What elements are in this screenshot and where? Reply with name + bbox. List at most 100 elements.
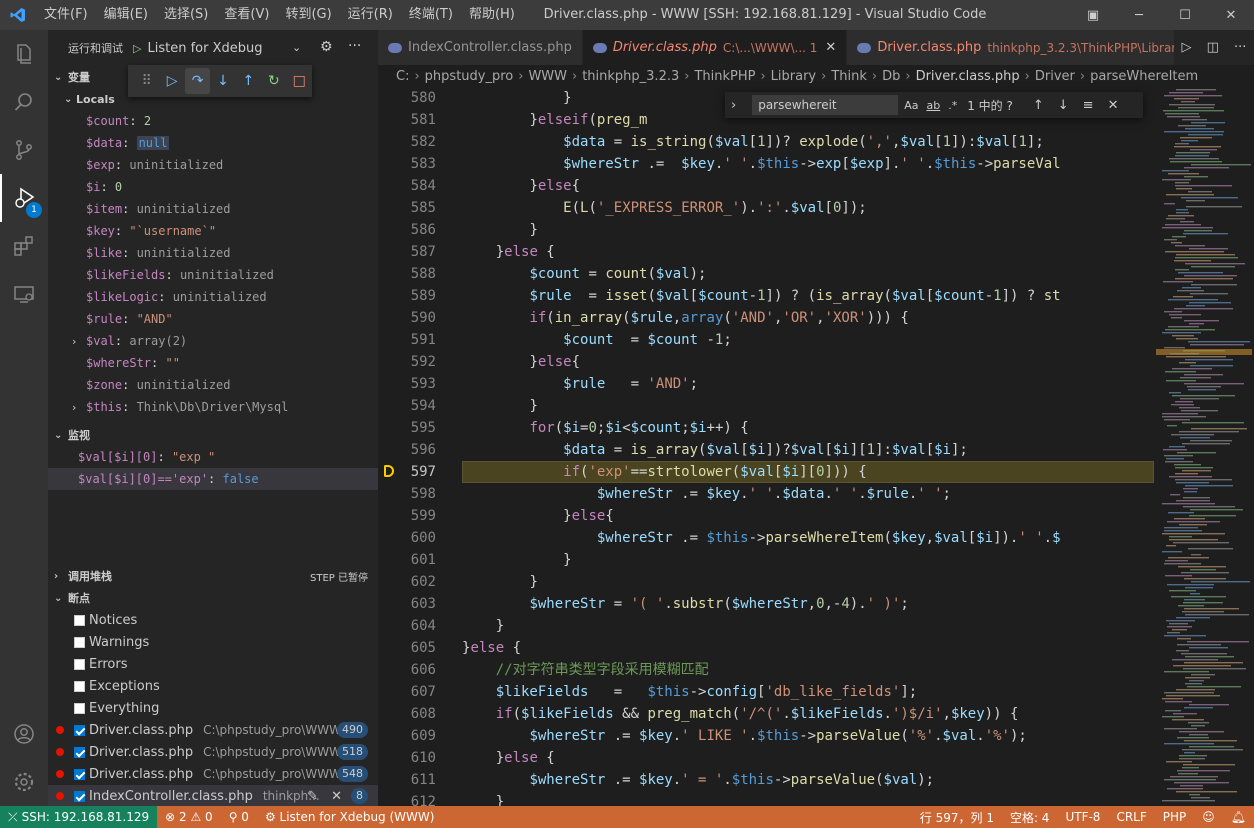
exception-breakpoint[interactable]: Warnings: [48, 631, 378, 653]
code-line[interactable]: 602 }: [378, 571, 1254, 593]
code-line[interactable]: 588 $count = count($val);: [378, 263, 1254, 285]
close-icon[interactable]: ✕: [331, 789, 342, 804]
source-control-icon[interactable]: [0, 126, 48, 174]
variable-row[interactable]: $zone: uninitialized: [48, 374, 378, 396]
more-actions-icon[interactable]: ···: [348, 38, 361, 54]
menu-item[interactable]: 文件(F): [36, 0, 96, 30]
checkbox[interactable]: [74, 658, 85, 670]
code-line[interactable]: 601 }: [378, 549, 1254, 571]
breakpoint-row[interactable]: Driver.class.php C:\phpstudy_pro\WWW\... 4…: [48, 719, 378, 741]
breakpoint-row[interactable]: Driver.class.php C:\phpstudy_pro\WWW\... 5…: [48, 741, 378, 763]
code-line[interactable]: 592 }else{: [378, 351, 1254, 373]
code-line[interactable]: 597 if('exp'==strtolower($val[$i][0])) {: [378, 461, 1254, 483]
checkbox[interactable]: [74, 702, 85, 714]
breadcrumb-item[interactable]: Driver.class.php: [916, 69, 1020, 84]
breakpoint-row[interactable]: IndexController.class.php thinkph... ✎ ✕ 8: [48, 785, 378, 807]
checkbox[interactable]: [74, 790, 85, 802]
watch-row[interactable]: $val[$i][0]: "exp ": [48, 446, 378, 468]
menu-item[interactable]: 转到(G): [277, 0, 339, 30]
variable-row[interactable]: $likeLogic: uninitialized: [48, 286, 378, 308]
breadcrumb-item[interactable]: Library: [771, 69, 816, 84]
code-line[interactable]: 604 }: [378, 615, 1254, 637]
maximize-button[interactable]: ☐: [1162, 0, 1208, 30]
remote-explorer-icon[interactable]: [0, 270, 48, 318]
variable-row[interactable]: › $val: array(2): [48, 330, 378, 352]
code-line[interactable]: 583 $whereStr .= $key.' '.$this->exp[$ex…: [378, 153, 1254, 175]
close-icon[interactable]: ✕: [825, 40, 836, 55]
watch-row[interactable]: $val[$i][0]=='exp': false: [48, 468, 378, 490]
more-actions-icon[interactable]: ···: [1234, 40, 1246, 55]
variable-row[interactable]: $key: "`username`": [48, 220, 378, 242]
code-line[interactable]: 608 if($likeFields && preg_match('/^('.$…: [378, 703, 1254, 725]
menu-item[interactable]: 选择(S): [156, 0, 216, 30]
match-case-toggle[interactable]: Aa: [904, 99, 918, 112]
checkbox[interactable]: [74, 768, 85, 780]
checkbox[interactable]: [74, 636, 85, 648]
menu-item[interactable]: 运行(R): [340, 0, 401, 30]
code-line[interactable]: 596 $data = is_array($val[$i])?$val[$i][…: [378, 439, 1254, 461]
code-line[interactable]: 607 $likeFields = $this->config['db_like…: [378, 681, 1254, 703]
debug-session-indicator[interactable]: ⚙ Listen for Xdebug (WWW): [257, 810, 443, 824]
breadcrumb-item[interactable]: parseWhereItem: [1090, 69, 1198, 84]
breadcrumb-item[interactable]: Db: [882, 69, 900, 84]
variable-row[interactable]: $item: uninitialized: [48, 198, 378, 220]
variable-row[interactable]: $count: 2: [48, 110, 378, 132]
watch-section-header[interactable]: ⌄ 监视: [48, 424, 378, 446]
line-ending[interactable]: CRLF: [1108, 810, 1154, 824]
regex-toggle[interactable]: .*: [948, 99, 957, 112]
code-line[interactable]: 591 $count = $count -1;: [378, 329, 1254, 351]
breadcrumb-item[interactable]: phpstudy_pro: [425, 69, 514, 84]
variable-row[interactable]: $rule: "AND": [48, 308, 378, 330]
checkbox[interactable]: [74, 746, 85, 758]
step-into-icon[interactable]: ↓: [210, 68, 235, 94]
menu-item[interactable]: 编辑(E): [96, 0, 156, 30]
code-line[interactable]: 586 }: [378, 219, 1254, 241]
code-line[interactable]: 594 }: [378, 395, 1254, 417]
code-line[interactable]: 589 $rule = isset($val[$count-1]) ? (is_…: [378, 285, 1254, 307]
language-mode[interactable]: PHP: [1155, 810, 1195, 824]
variable-row[interactable]: $whereStr: "": [48, 352, 378, 374]
variable-row[interactable]: $likeFields: uninitialized: [48, 264, 378, 286]
code-line[interactable]: 599 }else{: [378, 505, 1254, 527]
checkbox[interactable]: [74, 680, 85, 692]
stop-icon[interactable]: □: [287, 68, 312, 94]
previous-match-icon[interactable]: ↑: [1033, 98, 1044, 113]
code-line[interactable]: 598 $whereStr .= $key.' '.$data.' '.$rul…: [378, 483, 1254, 505]
exception-breakpoint[interactable]: Errors: [48, 653, 378, 675]
breadcrumb-item[interactable]: WWW: [528, 69, 567, 84]
code-line[interactable]: 587 }else {: [378, 241, 1254, 263]
problems-indicator[interactable]: ⊗ 2 ⚠ 0: [157, 810, 221, 824]
settings-gear-icon[interactable]: [0, 758, 48, 806]
variable-row[interactable]: $data: null: [48, 132, 378, 154]
ports-indicator[interactable]: ⚲ 0: [221, 810, 257, 824]
start-debugging-icon[interactable]: ▷: [133, 42, 141, 55]
code-line[interactable]: 612 }: [378, 791, 1254, 806]
find-input[interactable]: parsewhereit: [752, 95, 899, 115]
cursor-position[interactable]: 行 597，列 1: [912, 809, 1002, 826]
breadcrumb-item[interactable]: Think: [831, 69, 867, 84]
exception-breakpoint[interactable]: Exceptions: [48, 675, 378, 697]
restart-icon[interactable]: ↻: [261, 68, 286, 94]
run-debug-icon[interactable]: 1: [0, 174, 48, 222]
split-editor-icon[interactable]: ◫: [1207, 40, 1219, 55]
chevron-down-icon[interactable]: ⌄: [292, 41, 301, 54]
indentation[interactable]: 空格: 4: [1002, 809, 1058, 826]
minimize-button[interactable]: ─: [1116, 0, 1162, 30]
next-match-icon[interactable]: ↓: [1058, 98, 1069, 113]
menu-item[interactable]: 帮助(H): [461, 0, 523, 30]
code-line[interactable]: 584 }else{: [378, 175, 1254, 197]
code-line[interactable]: 603 $whereStr = '( '.substr($whereStr,0,…: [378, 593, 1254, 615]
gear-icon[interactable]: ⚙: [320, 39, 333, 55]
editor-tab[interactable]: IndexController.class.php: [378, 30, 583, 65]
code-line[interactable]: 609 $whereStr .= $key.' LIKE '.$this->pa…: [378, 725, 1254, 747]
drag-handle-icon[interactable]: ⠿: [134, 68, 159, 94]
variable-row[interactable]: $like: uninitialized: [48, 242, 378, 264]
feedback-icon[interactable]: ☺: [1194, 810, 1223, 824]
account-icon[interactable]: [0, 710, 48, 758]
code-line[interactable]: 595 for($i=0;$i<$count;$i++) {: [378, 417, 1254, 439]
run-file-icon[interactable]: ▷: [1182, 40, 1192, 55]
continue-icon[interactable]: ▷: [159, 68, 184, 94]
code-line[interactable]: 590 if(in_array($rule,array('AND','OR','…: [378, 307, 1254, 329]
variable-row[interactable]: › $this: Think\Db\Driver\Mysql: [48, 396, 378, 418]
match-word-toggle[interactable]: ab: [926, 99, 940, 112]
